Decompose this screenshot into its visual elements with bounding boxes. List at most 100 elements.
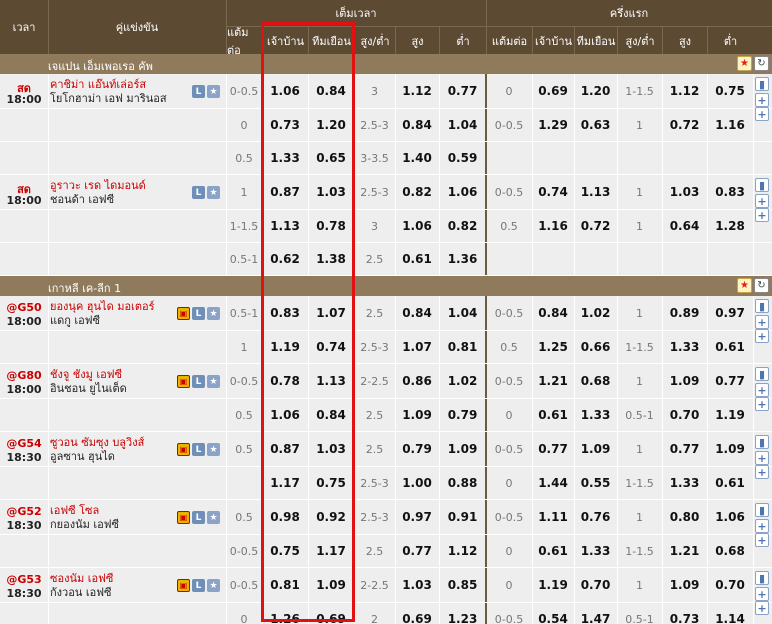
odds-cell[interactable]: 1.21 <box>532 364 574 398</box>
away-team[interactable]: กังวอน เอฟซี <box>50 586 176 600</box>
odds-cell[interactable]: 0.69 <box>395 603 439 624</box>
odds-cell[interactable]: 0.54 <box>532 603 574 624</box>
odds-cell[interactable]: 1.00 <box>395 467 439 499</box>
odds-cell[interactable]: 1.33 <box>662 331 707 363</box>
odds-cell[interactable]: 1.04 <box>439 109 486 141</box>
odds-cell[interactable]: 0.83 <box>707 175 753 209</box>
away-team[interactable]: ชอนด้า เอฟซี <box>50 193 176 207</box>
odds-cell[interactable]: 1.20 <box>574 74 617 108</box>
odds-cell[interactable]: 1.33 <box>574 399 617 431</box>
live-tv-icon[interactable]: ▣ <box>177 511 190 524</box>
odds-cell[interactable]: 0.78 <box>308 210 354 242</box>
add-icon[interactable]: + <box>755 383 769 397</box>
odds-cell[interactable]: 1.04 <box>439 296 486 330</box>
lineup-icon[interactable]: L <box>192 375 205 388</box>
odds-cell[interactable]: 0.68 <box>574 364 617 398</box>
odds-cell[interactable]: 0.75 <box>262 535 308 567</box>
odds-cell[interactable]: 0.55 <box>574 467 617 499</box>
odds-cell[interactable]: 0.61 <box>707 331 753 363</box>
odds-cell[interactable]: 1.21 <box>662 535 707 567</box>
odds-cell[interactable]: 0.97 <box>395 500 439 534</box>
add-icon[interactable]: + <box>755 451 769 465</box>
odds-cell[interactable]: 1.13 <box>262 210 308 242</box>
odds-cell[interactable]: 0.77 <box>395 535 439 567</box>
odds-cell[interactable]: 0.73 <box>662 603 707 624</box>
odds-cell[interactable]: 1.06 <box>262 74 308 108</box>
odds-cell[interactable]: 0.65 <box>308 142 354 174</box>
odds-cell[interactable] <box>574 243 617 275</box>
odds-cell[interactable]: 0.80 <box>662 500 707 534</box>
odds-cell[interactable]: 1.12 <box>439 535 486 567</box>
odds-cell[interactable]: 0.72 <box>662 109 707 141</box>
refresh-icon[interactable]: ↻ <box>754 56 769 71</box>
odds-cell[interactable]: 0.85 <box>439 568 486 602</box>
odds-cell[interactable]: 1.06 <box>707 500 753 534</box>
odds-cell[interactable]: 0.77 <box>662 432 707 466</box>
odds-cell[interactable]: 1.09 <box>439 432 486 466</box>
odds-cell[interactable]: 0.89 <box>662 296 707 330</box>
odds-cell[interactable]: 0.70 <box>662 399 707 431</box>
add-icon[interactable]: + <box>755 107 769 121</box>
odds-cell[interactable]: 0.61 <box>707 467 753 499</box>
odds-cell[interactable]: 1.06 <box>439 175 486 209</box>
stats-icon[interactable]: ▮ <box>755 571 769 585</box>
away-team[interactable]: อินชอน ยูไนเต็ด <box>50 382 176 396</box>
odds-cell[interactable]: 0.64 <box>662 210 707 242</box>
odds-cell[interactable]: 0.77 <box>707 364 753 398</box>
live-tv-icon[interactable]: ▣ <box>177 375 190 388</box>
odds-cell[interactable]: 0.81 <box>439 331 486 363</box>
odds-cell[interactable]: 1.29 <box>532 109 574 141</box>
add-icon[interactable]: + <box>755 587 769 601</box>
odds-cell[interactable] <box>532 142 574 174</box>
home-team[interactable]: ยองนุค ฮุนได มอเตอร์ <box>50 300 176 314</box>
live-tv-icon[interactable]: ▣ <box>177 579 190 592</box>
odds-cell[interactable]: 0.62 <box>262 243 308 275</box>
odds-cell[interactable]: 1.20 <box>308 109 354 141</box>
odds-cell[interactable]: 1.02 <box>574 296 617 330</box>
live-tv-icon[interactable]: ▣ <box>177 307 190 320</box>
add-icon[interactable]: + <box>755 519 769 533</box>
favorite-icon[interactable]: ★ <box>207 579 220 592</box>
odds-cell[interactable] <box>707 142 753 174</box>
home-team[interactable]: ชังจู ชังมู เอฟซี <box>50 368 176 382</box>
odds-cell[interactable]: 1.36 <box>439 243 486 275</box>
add-icon[interactable]: + <box>755 397 769 411</box>
odds-cell[interactable]: 1.03 <box>395 568 439 602</box>
odds-cell[interactable] <box>574 142 617 174</box>
odds-cell[interactable]: 0.82 <box>395 175 439 209</box>
odds-cell[interactable]: 1.19 <box>532 568 574 602</box>
odds-cell[interactable]: 0.61 <box>395 243 439 275</box>
favorite-icon[interactable]: ★ <box>207 511 220 524</box>
odds-cell[interactable]: 1.03 <box>308 175 354 209</box>
odds-cell[interactable]: 1.47 <box>574 603 617 624</box>
odds-cell[interactable]: 0.72 <box>574 210 617 242</box>
add-icon[interactable]: + <box>755 315 769 329</box>
odds-cell[interactable] <box>662 243 707 275</box>
odds-cell[interactable] <box>532 243 574 275</box>
odds-cell[interactable]: 0.84 <box>532 296 574 330</box>
odds-cell[interactable]: 1.12 <box>395 74 439 108</box>
lineup-icon[interactable]: L <box>192 186 205 199</box>
odds-cell[interactable]: 1.13 <box>308 364 354 398</box>
odds-cell[interactable]: 1.02 <box>439 364 486 398</box>
odds-cell[interactable]: 0.74 <box>308 331 354 363</box>
odds-cell[interactable]: 1.17 <box>308 535 354 567</box>
odds-cell[interactable]: 0.76 <box>574 500 617 534</box>
odds-cell[interactable] <box>707 243 753 275</box>
add-icon[interactable]: + <box>755 601 769 615</box>
home-team[interactable]: อูราวะ เรด ไดมอนด์ <box>50 179 176 193</box>
odds-cell[interactable]: 1.03 <box>308 432 354 466</box>
odds-cell[interactable]: 0.78 <box>262 364 308 398</box>
odds-cell[interactable]: 1.07 <box>308 296 354 330</box>
favorite-star-icon[interactable]: ★ <box>737 278 752 293</box>
odds-cell[interactable]: 0.69 <box>532 74 574 108</box>
odds-cell[interactable]: 0.74 <box>532 175 574 209</box>
odds-cell[interactable]: 1.13 <box>574 175 617 209</box>
odds-cell[interactable]: 0.68 <box>707 535 753 567</box>
stats-icon[interactable]: ▮ <box>755 435 769 449</box>
odds-cell[interactable]: 0.97 <box>707 296 753 330</box>
odds-cell[interactable]: 0.91 <box>439 500 486 534</box>
add-icon[interactable]: + <box>755 465 769 479</box>
add-icon[interactable]: + <box>755 533 769 547</box>
odds-cell[interactable]: 1.09 <box>574 432 617 466</box>
